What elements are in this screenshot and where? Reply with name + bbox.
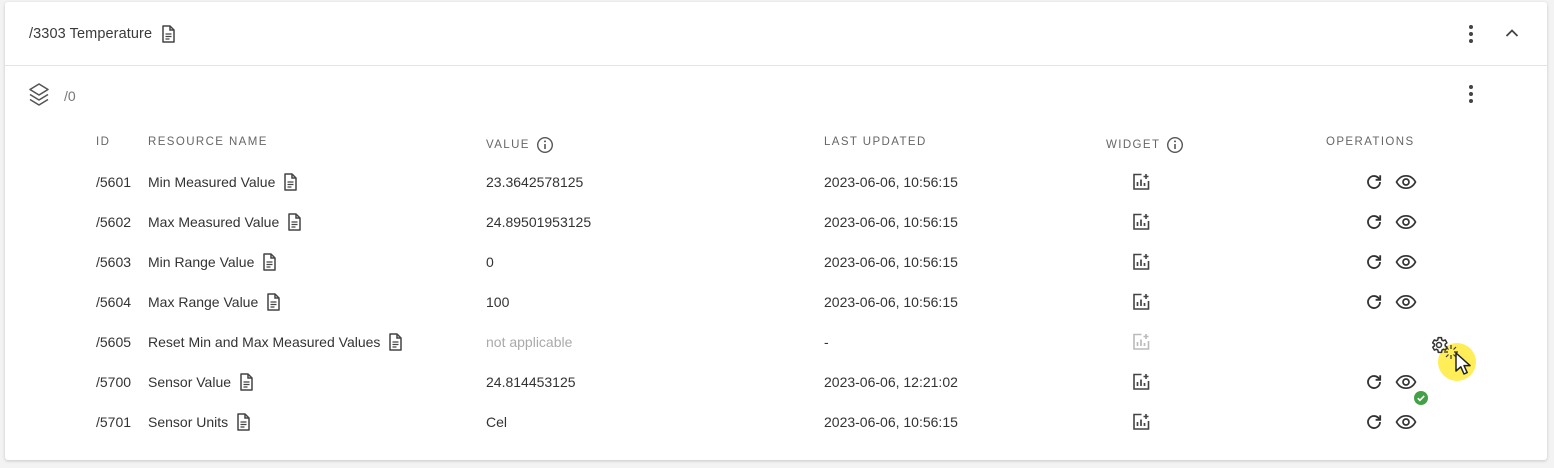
- table-row: /5601 Min Measured Value 23.3642578125 2…: [5, 162, 1547, 202]
- last-updated: 2023-06-06, 10:56:15: [824, 294, 958, 310]
- info-icon[interactable]: [1166, 136, 1184, 154]
- resource-value: not applicable: [486, 334, 573, 350]
- resource-name: Reset Min and Max Measured Values: [148, 334, 381, 350]
- resource-id: /5701: [96, 414, 132, 430]
- object-card: /3303 Temperature /0 ID RESOURCE NAME VA…: [5, 2, 1547, 460]
- resource-name-cell: Reset Min and Max Measured Values: [148, 322, 403, 362]
- resource-id: /5602: [96, 214, 132, 230]
- resource-id: /5604: [96, 294, 132, 310]
- header-last-updated: LAST UPDATED: [824, 136, 927, 148]
- kebab-menu-icon[interactable]: [1468, 24, 1474, 44]
- resource-id: /5601: [96, 174, 132, 190]
- resource-id: /5605: [96, 334, 132, 350]
- table-row: /5701 Sensor Units Cel 2023-06-06, 10:56…: [5, 402, 1547, 442]
- resource-name: Min Measured Value: [148, 174, 276, 190]
- last-updated: 2023-06-06, 10:56:15: [824, 254, 958, 270]
- last-updated: 2023-06-06, 10:56:15: [824, 174, 958, 190]
- last-updated: 2023-06-06, 10:56:15: [824, 414, 958, 430]
- eye-icon[interactable]: [1395, 242, 1417, 282]
- table-row: /5605 Reset Min and Max Measured Values …: [5, 322, 1547, 362]
- resource-value: 23.3642578125: [486, 174, 584, 190]
- resource-name-cell: Max Measured Value: [148, 202, 302, 242]
- last-updated: 2023-06-06, 10:56:15: [824, 214, 958, 230]
- resource-id: /5700: [96, 374, 132, 390]
- table-row: /5604 Max Range Value 100 2023-06-06, 10…: [5, 282, 1547, 322]
- add-chart-icon[interactable]: [1132, 362, 1150, 402]
- eye-icon[interactable]: [1395, 202, 1417, 242]
- table-row: /5700 Sensor Value 24.814453125 2023-06-…: [5, 362, 1547, 402]
- instance-id: /0: [64, 88, 76, 104]
- document-icon[interactable]: [387, 333, 403, 351]
- refresh-icon[interactable]: [1365, 362, 1383, 402]
- resource-name-cell: Min Range Value: [148, 242, 277, 282]
- resource-value: 100: [486, 294, 510, 310]
- resource-value: 0: [486, 254, 494, 270]
- object-header: /3303 Temperature: [5, 2, 1547, 66]
- resource-name-cell: Sensor Units: [148, 402, 251, 442]
- add-chart-icon[interactable]: [1132, 162, 1150, 202]
- add-chart-icon[interactable]: [1132, 402, 1150, 442]
- mouse-cursor-icon: [1454, 351, 1474, 377]
- resource-name: Sensor Units: [148, 414, 229, 430]
- eye-icon[interactable]: [1395, 162, 1417, 202]
- refresh-icon[interactable]: [1365, 242, 1383, 282]
- resource-name: Max Range Value: [148, 294, 259, 310]
- resource-name-cell: Sensor Value: [148, 362, 254, 402]
- document-icon[interactable]: [286, 213, 302, 231]
- add-chart-icon[interactable]: [1132, 202, 1150, 242]
- object-title-wrap: /3303 Temperature: [29, 25, 176, 43]
- refresh-icon[interactable]: [1365, 202, 1383, 242]
- last-updated: 2023-06-06, 12:21:02: [824, 374, 958, 390]
- resource-value: Cel: [486, 414, 508, 430]
- refresh-icon[interactable]: [1365, 282, 1383, 322]
- document-icon[interactable]: [261, 253, 277, 271]
- eye-icon[interactable]: [1395, 402, 1417, 442]
- resource-value: 24.814453125: [486, 374, 576, 390]
- header-operations: OPERATIONS: [1326, 136, 1415, 148]
- add-chart-icon[interactable]: [1132, 282, 1150, 322]
- info-icon[interactable]: [536, 136, 554, 154]
- add-chart-icon-disabled: [1132, 322, 1150, 362]
- resource-value: 24.89501953125: [486, 214, 592, 230]
- add-chart-icon[interactable]: [1132, 242, 1150, 282]
- document-icon[interactable]: [265, 293, 281, 311]
- resource-name: Max Measured Value: [148, 214, 280, 230]
- table-row: /5602 Max Measured Value 24.89501953125 …: [5, 202, 1547, 242]
- header-resource-name: RESOURCE NAME: [148, 136, 268, 148]
- document-icon[interactable]: [160, 25, 176, 43]
- resource-name-cell: Max Range Value: [148, 282, 281, 322]
- chevron-up-icon[interactable]: [1505, 24, 1519, 42]
- instance-kebab-menu-icon[interactable]: [1468, 84, 1474, 104]
- refresh-icon[interactable]: [1365, 402, 1383, 442]
- resource-name-cell: Min Measured Value: [148, 162, 298, 202]
- header-value: VALUE: [486, 136, 554, 154]
- resource-name: Min Range Value: [148, 254, 255, 270]
- layers-icon: [28, 82, 50, 108]
- header-id: ID: [96, 136, 111, 148]
- last-updated: -: [824, 334, 829, 350]
- document-icon[interactable]: [238, 373, 254, 391]
- eye-icon[interactable]: [1395, 282, 1417, 322]
- document-icon[interactable]: [282, 173, 298, 191]
- object-title: /3303 Temperature: [29, 26, 153, 42]
- table-row: /5603 Min Range Value 0 2023-06-06, 10:5…: [5, 242, 1547, 282]
- refresh-icon[interactable]: [1365, 162, 1383, 202]
- resource-id: /5603: [96, 254, 132, 270]
- instance-row: /0: [5, 66, 1547, 126]
- header-widget: WIDGET: [1106, 136, 1184, 154]
- check-circle-icon: [1414, 391, 1428, 405]
- document-icon[interactable]: [235, 413, 251, 431]
- resource-name: Sensor Value: [148, 374, 232, 390]
